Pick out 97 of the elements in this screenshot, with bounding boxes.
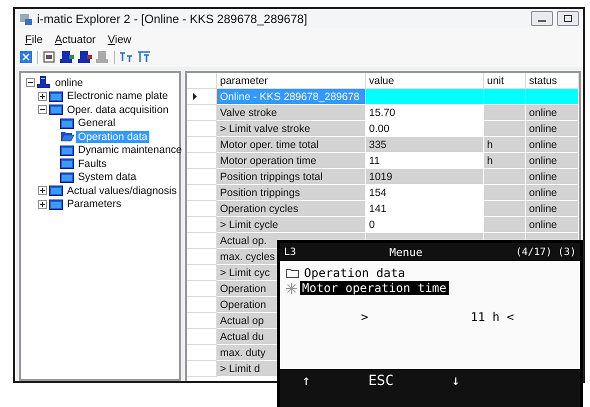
collapse-icon[interactable] bbox=[26, 78, 35, 88]
folder-icon bbox=[49, 198, 63, 210]
folder-icon bbox=[60, 158, 74, 170]
row-header-cell[interactable] bbox=[187, 361, 217, 377]
column-header[interactable]: status bbox=[526, 73, 579, 89]
table-cell: Position trippings total bbox=[217, 169, 366, 185]
table-cell: Operation cycles bbox=[217, 201, 366, 217]
row-header-cell[interactable] bbox=[187, 281, 217, 297]
folder-icon bbox=[286, 268, 299, 278]
table-cell: online bbox=[526, 105, 579, 121]
table-cell: 1019 bbox=[366, 169, 484, 185]
table-cell: online bbox=[526, 201, 579, 217]
row-header-cell[interactable] bbox=[187, 105, 217, 121]
tree-item[interactable]: Parameters bbox=[65, 198, 124, 210]
soft-key-label: ↓ bbox=[452, 373, 460, 389]
table-cell: Motor operation time bbox=[217, 153, 366, 169]
expand-icon[interactable] bbox=[38, 92, 47, 101]
row-header-cell[interactable] bbox=[187, 89, 217, 105]
menu-item[interactable]: File bbox=[25, 34, 43, 46]
open-folder-icon bbox=[60, 131, 74, 142]
display-cursor: > bbox=[361, 310, 368, 324]
table-cell bbox=[484, 121, 526, 137]
soft-key-label: ESC bbox=[368, 373, 394, 389]
table-cell: 335 bbox=[366, 137, 484, 153]
table-cell: > Limit valve stroke bbox=[217, 121, 366, 137]
table-cell bbox=[484, 105, 526, 121]
display-reading: 11 h < bbox=[470, 310, 514, 324]
tree-item[interactable]: System data bbox=[76, 171, 138, 184]
disconnect-icon[interactable] bbox=[78, 50, 92, 64]
row-header-cell[interactable] bbox=[187, 121, 217, 137]
table-cell bbox=[484, 169, 526, 185]
row-header-cell[interactable] bbox=[187, 217, 217, 233]
tree-item[interactable]: online bbox=[53, 76, 86, 89]
display-title: Menue bbox=[389, 246, 422, 258]
maximize-icon bbox=[564, 15, 572, 22]
table-cell: online bbox=[526, 185, 579, 201]
row-header-cell[interactable] bbox=[187, 153, 217, 169]
tree-item[interactable]: Faults bbox=[76, 158, 109, 170]
menu-item[interactable]: View bbox=[108, 34, 132, 46]
expand-tree-icon[interactable] bbox=[119, 50, 133, 64]
row-header-cell[interactable] bbox=[187, 345, 217, 361]
close-icon[interactable] bbox=[19, 50, 33, 64]
table-cell: > Limit cycle bbox=[217, 217, 366, 233]
table-cell: online bbox=[526, 137, 579, 153]
column-header[interactable]: unit bbox=[484, 73, 526, 89]
table-cell bbox=[484, 185, 526, 201]
row-header-cell[interactable] bbox=[187, 329, 217, 345]
row-header-cell[interactable] bbox=[187, 297, 217, 313]
minimize-button[interactable] bbox=[531, 11, 553, 26]
tree-item[interactable]: Dynamic maintenance bbox=[76, 144, 184, 156]
row-header-cell[interactable] bbox=[187, 265, 217, 281]
table-cell: Motor oper. time total bbox=[217, 137, 366, 153]
sparkle-icon bbox=[286, 282, 297, 294]
tree-item[interactable]: Electronic name plate bbox=[65, 90, 170, 102]
tree-item[interactable]: Actual values/diagnosis bbox=[65, 184, 179, 197]
table-cell: online bbox=[526, 121, 579, 137]
row-header-cell[interactable] bbox=[187, 313, 217, 329]
maximize-button[interactable] bbox=[557, 11, 579, 26]
collapse-tree-icon[interactable] bbox=[137, 50, 151, 64]
folder-icon bbox=[49, 185, 63, 196]
table-cell: Position trippings bbox=[217, 185, 366, 201]
document-icon[interactable] bbox=[42, 50, 56, 64]
folder-icon bbox=[60, 118, 74, 129]
column-header[interactable]: parameter bbox=[217, 73, 366, 89]
table-cell: online bbox=[526, 153, 579, 169]
table-cell: h bbox=[484, 137, 526, 153]
expand-icon[interactable] bbox=[38, 200, 47, 209]
table-cell: h bbox=[484, 153, 526, 169]
table-cell: online bbox=[526, 169, 579, 185]
row-header-cell[interactable] bbox=[187, 201, 217, 217]
folder-icon bbox=[49, 90, 63, 102]
expand-icon[interactable] bbox=[38, 186, 47, 196]
row-header-cell[interactable] bbox=[187, 185, 217, 201]
table-cell: online bbox=[526, 217, 579, 233]
row-header-cell[interactable] bbox=[187, 137, 217, 153]
folder-icon bbox=[49, 104, 63, 116]
menu-item[interactable]: Actuator bbox=[54, 34, 96, 46]
row-header-cell[interactable] bbox=[187, 233, 217, 249]
table-cell bbox=[484, 201, 526, 217]
display-line-label: L3 bbox=[284, 246, 296, 258]
table-cell bbox=[484, 217, 526, 233]
table-cell: Valve stroke bbox=[217, 105, 366, 121]
display-position: (4/17) (3) bbox=[516, 246, 576, 258]
folder-icon bbox=[60, 144, 74, 156]
tree-item[interactable]: Oper. data acquisition bbox=[65, 104, 171, 116]
computer-icon bbox=[37, 76, 51, 90]
app-icon bbox=[19, 12, 33, 26]
table-cell bbox=[484, 89, 526, 105]
collapse-icon[interactable] bbox=[38, 105, 47, 114]
table-cell: Online - KKS 289678_289678 bbox=[217, 89, 366, 105]
connect-icon[interactable] bbox=[60, 50, 74, 64]
row-header-cell[interactable] bbox=[187, 169, 217, 185]
row-header-cell[interactable] bbox=[187, 249, 217, 265]
tree-item[interactable]: General bbox=[76, 117, 118, 130]
column-header[interactable]: value bbox=[366, 73, 484, 89]
folder-icon bbox=[60, 172, 74, 183]
window-title: i-matic Explorer 2 - [Online - KKS 289678_289678] bbox=[37, 12, 308, 26]
